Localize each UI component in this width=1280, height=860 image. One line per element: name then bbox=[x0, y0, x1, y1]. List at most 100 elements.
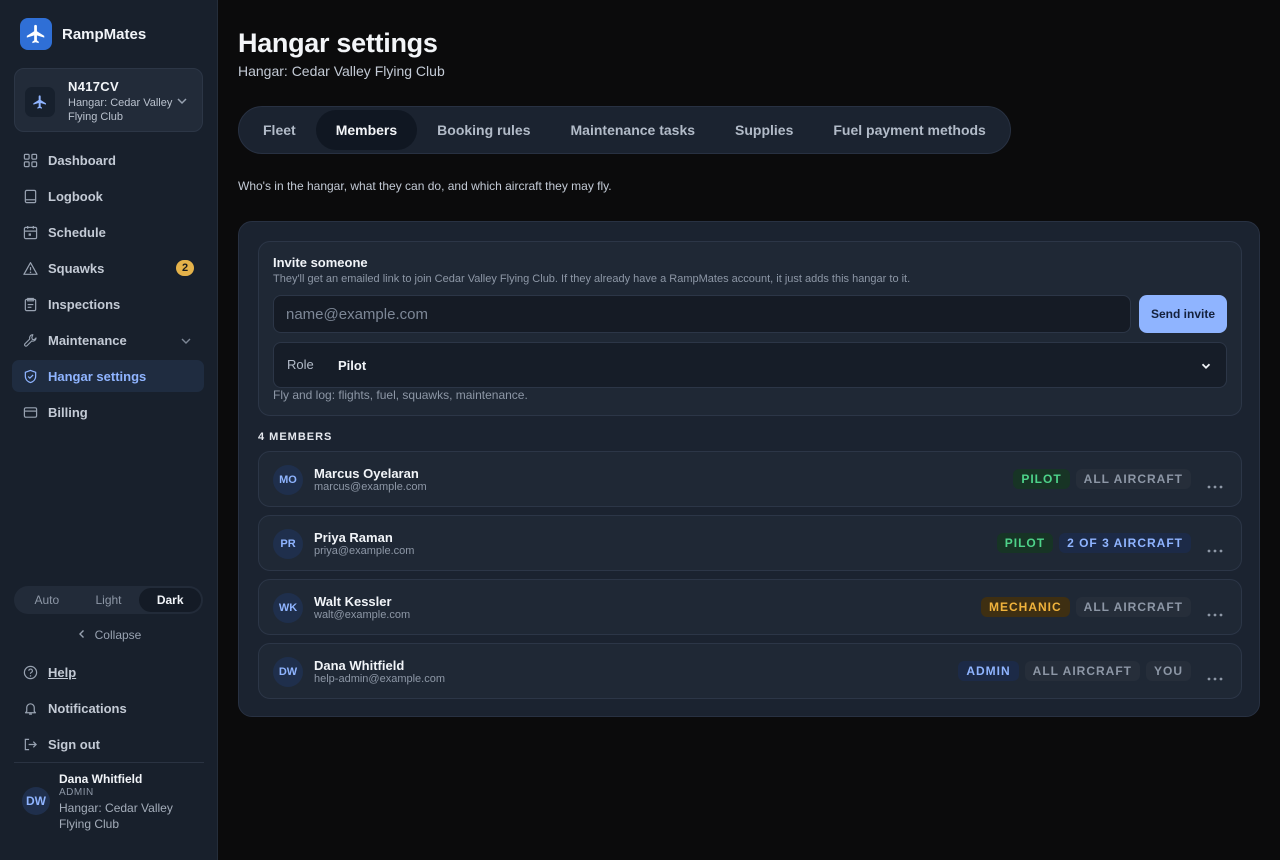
nav-label: Squawks bbox=[48, 260, 105, 276]
clipboard-icon bbox=[22, 296, 38, 312]
nav-label: Billing bbox=[48, 404, 88, 420]
nav-item-logbook[interactable]: Logbook bbox=[12, 180, 204, 212]
nav-item-squawks[interactable]: Squawks 2 bbox=[12, 252, 204, 284]
more-options-icon[interactable] bbox=[1207, 668, 1223, 686]
notifications-label: Notifications bbox=[48, 700, 127, 716]
aircraft-access-badge: ALL AIRCRAFT bbox=[1075, 469, 1191, 489]
credit-card-icon bbox=[22, 404, 38, 420]
theme-option-auto[interactable]: Auto bbox=[16, 588, 78, 612]
theme-option-light[interactable]: Light bbox=[78, 588, 140, 612]
airplane-logo-icon bbox=[20, 18, 52, 50]
member-email: priya@example.com bbox=[314, 545, 415, 557]
sidebar: RampMates N417CV Hangar: Cedar Valley Fl… bbox=[0, 0, 218, 860]
user-name: Dana Whitfield bbox=[59, 772, 143, 786]
user-hangar: Hangar: Cedar Valley Flying Club bbox=[59, 801, 173, 831]
invite-email-input[interactable] bbox=[273, 295, 1131, 333]
member-row[interactable]: DW Dana Whitfield help-admin@example.com… bbox=[258, 643, 1242, 699]
member-name: Dana Whitfield bbox=[314, 658, 405, 673]
members-panel: Invite someone They'll get an emailed li… bbox=[238, 221, 1260, 717]
theme-option-dark[interactable]: Dark bbox=[139, 588, 202, 612]
chevron-left-icon bbox=[77, 628, 87, 642]
aircraft-access-badge: 2 OF 3 AIRCRAFT bbox=[1059, 533, 1191, 553]
dashboard-icon bbox=[22, 152, 38, 168]
collapse-button[interactable]: Collapse bbox=[0, 628, 218, 642]
member-row[interactable]: PR Priya Raman priya@example.com PILOT 2… bbox=[258, 515, 1242, 571]
member-row[interactable]: MO Marcus Oyelaran marcus@example.com PI… bbox=[258, 451, 1242, 507]
nav-label: Logbook bbox=[48, 188, 103, 204]
shield-check-icon bbox=[22, 368, 38, 384]
help-circle-icon bbox=[22, 664, 38, 680]
brand[interactable]: RampMates bbox=[20, 18, 146, 50]
avatar[interactable]: DW bbox=[22, 787, 50, 815]
settings-tabs: Fleet Members Booking rules Maintenance … bbox=[238, 106, 1011, 154]
nav-item-schedule[interactable]: Schedule bbox=[12, 216, 204, 248]
tab-fuel-payment-methods[interactable]: Fuel payment methods bbox=[813, 110, 1005, 150]
more-options-icon[interactable] bbox=[1207, 540, 1223, 558]
member-badges: MECHANIC ALL AIRCRAFT bbox=[981, 597, 1191, 617]
divider bbox=[14, 762, 204, 763]
member-name: Walt Kessler bbox=[314, 594, 392, 609]
aircraft-tail-number: N417CV bbox=[68, 79, 119, 94]
avatar: WK bbox=[273, 593, 303, 623]
nav-label: Dashboard bbox=[48, 152, 116, 168]
member-row[interactable]: WK Walt Kessler walt@example.com MECHANI… bbox=[258, 579, 1242, 635]
avatar: MO bbox=[273, 465, 303, 495]
bell-icon bbox=[22, 700, 38, 716]
you-badge: YOU bbox=[1145, 661, 1191, 681]
help-link[interactable]: Help bbox=[12, 656, 204, 688]
warning-icon bbox=[22, 260, 38, 276]
member-badges: PILOT 2 OF 3 AIRCRAFT bbox=[996, 533, 1191, 553]
more-options-icon[interactable] bbox=[1207, 604, 1223, 622]
wrench-icon bbox=[22, 332, 38, 348]
role-select[interactable]: Role Pilot bbox=[273, 342, 1227, 388]
nav-item-dashboard[interactable]: Dashboard bbox=[12, 144, 204, 176]
help-label: Help bbox=[48, 664, 77, 680]
invite-help-text: They'll get an emailed link to join Ceda… bbox=[273, 273, 911, 285]
role-badge: ADMIN bbox=[958, 661, 1019, 681]
tab-supplies[interactable]: Supplies bbox=[715, 110, 813, 150]
main-nav: Dashboard Logbook Schedule Squawks 2 Ins… bbox=[12, 144, 204, 432]
role-label: Role bbox=[287, 357, 314, 372]
sign-out-icon bbox=[22, 736, 38, 752]
collapse-label: Collapse bbox=[94, 628, 142, 642]
send-invite-button[interactable]: Send invite bbox=[1139, 295, 1227, 333]
member-badges: ADMIN ALL AIRCRAFT YOU bbox=[958, 661, 1191, 681]
nav-label: Maintenance bbox=[48, 332, 127, 348]
airplane-icon bbox=[25, 87, 55, 117]
role-badge: PILOT bbox=[996, 533, 1054, 553]
nav-label: Hangar settings bbox=[48, 368, 147, 384]
tab-members[interactable]: Members bbox=[315, 110, 418, 150]
aircraft-access-badge: ALL AIRCRAFT bbox=[1024, 661, 1140, 681]
theme-toggle: Auto Light Dark bbox=[14, 586, 203, 614]
chevron-down-icon bbox=[1200, 359, 1212, 377]
more-options-icon[interactable] bbox=[1207, 476, 1223, 494]
avatar: PR bbox=[273, 529, 303, 559]
invite-card: Invite someone They'll get an emailed li… bbox=[258, 241, 1242, 416]
nav-item-billing[interactable]: Billing bbox=[12, 396, 204, 428]
sign-out-label: Sign out bbox=[48, 736, 100, 752]
chevron-down-icon bbox=[180, 334, 192, 352]
member-email: help-admin@example.com bbox=[314, 673, 446, 685]
page-subtitle: Hangar: Cedar Valley Flying Club bbox=[238, 63, 445, 79]
tab-fleet[interactable]: Fleet bbox=[243, 110, 316, 150]
aircraft-hangar-name: Hangar: Cedar Valley Flying Club bbox=[68, 97, 173, 123]
nav-item-maintenance[interactable]: Maintenance bbox=[12, 324, 204, 356]
notifications-link[interactable]: Notifications bbox=[12, 692, 204, 724]
nav-item-hangar-settings[interactable]: Hangar settings bbox=[12, 360, 204, 392]
nav-item-inspections[interactable]: Inspections bbox=[12, 288, 204, 320]
tab-maintenance-tasks[interactable]: Maintenance tasks bbox=[551, 110, 716, 150]
nav-label: Schedule bbox=[48, 224, 106, 240]
tab-booking-rules[interactable]: Booking rules bbox=[417, 110, 550, 150]
member-badges: PILOT ALL AIRCRAFT bbox=[1013, 469, 1191, 489]
page-title: Hangar settings bbox=[238, 28, 438, 58]
member-email: walt@example.com bbox=[314, 609, 411, 621]
sign-out-link[interactable]: Sign out bbox=[12, 728, 204, 760]
book-icon bbox=[22, 188, 38, 204]
nav-label: Inspections bbox=[48, 296, 121, 312]
calendar-icon bbox=[22, 224, 38, 240]
aircraft-access-badge: ALL AIRCRAFT bbox=[1075, 597, 1191, 617]
members-count: 4 MEMBERS bbox=[258, 431, 333, 443]
user-role: ADMIN bbox=[59, 787, 94, 798]
aircraft-switcher[interactable]: N417CV Hangar: Cedar Valley Flying Club bbox=[14, 68, 203, 132]
member-name: Marcus Oyelaran bbox=[314, 466, 419, 481]
